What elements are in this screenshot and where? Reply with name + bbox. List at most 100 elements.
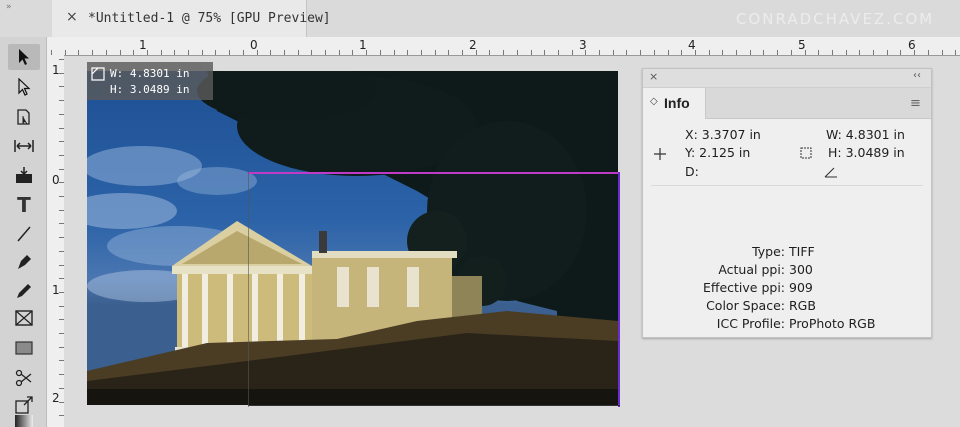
effective-ppi-value: 909 xyxy=(789,280,813,295)
ruler-label: 1 xyxy=(139,38,147,52)
scissors-tool-icon[interactable] xyxy=(8,365,40,391)
ruler-label: 1 xyxy=(52,63,60,77)
icc-profile-value: ProPhoto RGB xyxy=(789,316,876,331)
selection-tool-icon[interactable] xyxy=(8,44,40,70)
ruler-tick xyxy=(92,50,94,55)
gap-tool-icon[interactable] xyxy=(8,133,40,159)
crosshair-icon xyxy=(653,147,667,166)
ruler-tick xyxy=(914,50,916,55)
frame-edge-right[interactable] xyxy=(618,172,620,407)
panel-menu-icon[interactable]: ≡ xyxy=(910,96,921,111)
ruler-tick xyxy=(407,50,409,55)
collapse-panel-icon[interactable]: ‹‹ xyxy=(913,70,921,81)
ruler-tick xyxy=(708,50,710,55)
horizontal-ruler[interactable]: 1 0 1 2 3 4 5 6 xyxy=(47,37,960,56)
vertical-ruler[interactable]: 1 0 1 2 xyxy=(47,55,65,427)
ruler-label: 1 xyxy=(52,283,60,297)
actual-ppi-value: 300 xyxy=(789,262,813,277)
size-tooltip: W: 4.8301 in H: 3.0489 in xyxy=(87,62,213,100)
close-panel-icon[interactable]: × xyxy=(649,70,658,83)
tools-panel: T xyxy=(0,37,47,427)
content-collector-tool-icon[interactable] xyxy=(8,162,40,188)
ruler-tick xyxy=(790,50,792,55)
height-value: H: 3.0489 in xyxy=(828,145,905,160)
ruler-tick xyxy=(270,50,272,55)
ruler-tick xyxy=(941,50,943,55)
ruler-tick xyxy=(653,50,655,55)
ruler-tick xyxy=(160,50,162,55)
ruler-tick xyxy=(763,50,765,55)
color-space-label: Color Space: xyxy=(706,298,785,313)
direct-selection-tool-icon[interactable] xyxy=(8,74,40,100)
ruler-tick xyxy=(215,50,217,55)
ruler-tick xyxy=(475,50,477,55)
rectangle-tool-icon[interactable] xyxy=(8,335,40,361)
ruler-tick xyxy=(544,50,546,55)
ruler-tick xyxy=(845,50,847,55)
ruler-tick xyxy=(681,50,683,55)
page-tool-icon[interactable] xyxy=(8,104,40,130)
ruler-tick xyxy=(242,50,244,55)
angle-icon xyxy=(824,165,838,183)
ruler-tick xyxy=(557,50,559,55)
frame-edge-left xyxy=(248,172,249,407)
ruler-tick xyxy=(393,50,395,55)
ruler-tick xyxy=(133,50,135,55)
gradient-tool-icon[interactable] xyxy=(8,415,40,427)
info-panel: × ‹‹ ◇ Info ≡ X: 3.3707 in Y: 2.125 in D… xyxy=(642,68,932,338)
ruler-tick xyxy=(859,50,861,55)
ruler-tick xyxy=(667,50,669,55)
close-tab-icon[interactable]: × xyxy=(66,9,78,25)
ruler-tick xyxy=(530,50,532,55)
width-value: W: 4.8301 in xyxy=(826,127,905,142)
panel-header: × ‹‹ xyxy=(643,69,931,88)
rectangle-frame-tool-icon[interactable] xyxy=(8,305,40,331)
ruler-tick xyxy=(804,50,806,55)
ruler-tick xyxy=(873,50,874,55)
ruler-tick xyxy=(503,50,505,55)
y-position: Y: 2.125 in xyxy=(685,145,751,160)
ruler-tick xyxy=(448,50,450,55)
ruler-tick xyxy=(146,50,148,55)
dimensions-icon xyxy=(800,146,812,164)
panel-tab-row: ◇ Info ≡ xyxy=(643,88,931,119)
ruler-tick xyxy=(119,50,121,55)
ruler-tick xyxy=(256,50,258,55)
ruler-tick xyxy=(640,50,642,55)
tab-info-label: Info xyxy=(664,95,690,111)
tab-expand-icon[interactable]: ◇ xyxy=(650,96,658,107)
ruler-tick xyxy=(777,50,779,55)
frame-edge-top[interactable] xyxy=(248,172,620,174)
tooltip-height: H: 3.0489 in xyxy=(110,83,190,96)
ruler-tick xyxy=(366,50,368,55)
ruler-tick xyxy=(338,50,340,55)
ruler-tick xyxy=(736,50,737,55)
actual-ppi-label: Actual ppi: xyxy=(718,262,785,277)
ruler-tick xyxy=(749,50,751,55)
pencil-tool-icon[interactable] xyxy=(8,278,40,304)
ruler-tick xyxy=(352,50,354,55)
divider xyxy=(651,185,923,186)
type-tool-icon[interactable]: T xyxy=(8,192,40,218)
ruler-tick xyxy=(283,50,285,55)
ruler-tick xyxy=(612,50,614,55)
ruler-tick xyxy=(585,50,587,55)
document-title[interactable]: *Untitled-1 @ 75% [GPU Preview] xyxy=(88,11,331,26)
ruler-tick xyxy=(174,50,176,55)
ruler-tick xyxy=(886,50,888,55)
placed-image[interactable] xyxy=(87,71,618,405)
tab-info[interactable]: ◇ Info xyxy=(643,88,706,119)
line-tool-icon[interactable] xyxy=(8,221,40,247)
ruler-tick xyxy=(818,50,820,55)
ruler-tick xyxy=(188,50,189,55)
ruler-tick xyxy=(626,50,628,55)
ruler-tick xyxy=(516,50,518,55)
collapse-panels-icon[interactable]: » xyxy=(6,2,11,12)
ruler-label: 0 xyxy=(52,173,60,187)
watermark: CONRADCHAVEZ.COM xyxy=(736,10,935,28)
pen-tool-icon[interactable] xyxy=(8,249,40,275)
ruler-tick xyxy=(379,50,381,55)
ruler-tick xyxy=(105,50,107,55)
ruler-tick xyxy=(434,50,436,55)
ruler-tick xyxy=(927,50,929,55)
